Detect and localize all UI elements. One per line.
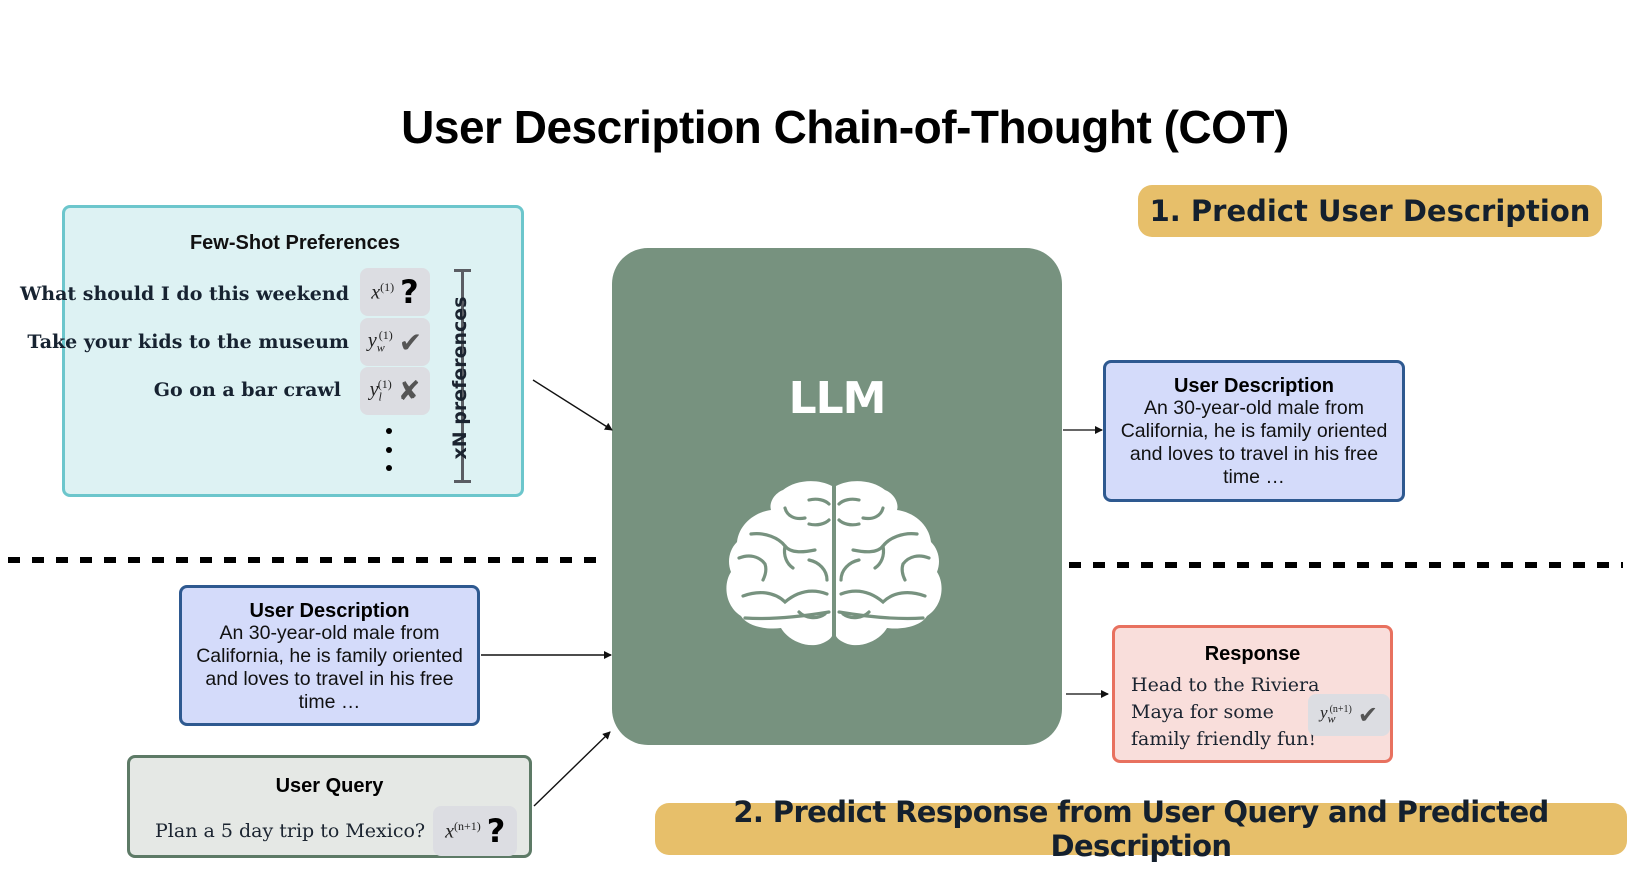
chosen-symbol-chip: yw(1) ✔ [360, 318, 430, 366]
user-query-row: Plan a 5 day trip to Mexico? x(n+1) ? [155, 806, 518, 856]
bracket-bottom-cap [454, 480, 471, 483]
diagram-title: User Description Chain-of-Thought (COT) [401, 101, 1289, 153]
arrow-query-to-llm [533, 731, 611, 807]
bracket-label: xN preferences [449, 296, 471, 460]
brain-icon [726, 481, 942, 646]
question-icon: ? [486, 812, 506, 850]
preference-rejected-text: Go on a bar crawl [153, 379, 341, 401]
response-line: Head to the Riviera [1131, 674, 1320, 696]
rejected-symbol-chip: yl(1) ✘ [360, 367, 430, 415]
step-1-badge: 1. Predict User Description [1138, 185, 1602, 237]
query-symbol: x(n+1) [445, 818, 481, 843]
rejected-symbol: yl(1) [369, 377, 392, 404]
predicted-user-description-box: User Description An 30-year-old male fro… [1103, 360, 1405, 502]
user-query-text: Plan a 5 day trip to Mexico? [155, 820, 426, 842]
response-line: family friendly fun! [1131, 728, 1317, 750]
step-2-badge: 2. Predict Response from User Query and … [655, 795, 1627, 863]
description-body: An 30-year-old male from California, he … [196, 622, 463, 713]
description-title: User Description [249, 600, 410, 622]
user-query-title: User Query [275, 775, 384, 797]
arrow-fewshot-to-llm [532, 379, 613, 431]
query-symbol: x(1) [371, 279, 395, 304]
input-user-description-box: User Description An 30-year-old male fro… [179, 585, 480, 726]
chosen-symbol: yw(1) [367, 328, 393, 355]
response-symbol-chip: yw(n+1) ✔ [1308, 694, 1390, 736]
response-symbol: yw(n+1) [1320, 703, 1352, 726]
ellipsis-dot [386, 447, 392, 453]
llm-block: LLM [612, 248, 1062, 745]
section-divider-left [8, 557, 606, 563]
check-icon: ✔ [1357, 701, 1378, 729]
llm-label: LLM [788, 373, 887, 424]
preference-query-text: What should I do this weekend [19, 283, 349, 305]
preference-chosen-text: Take your kids to the museum [27, 331, 349, 353]
section-divider-right [1069, 562, 1623, 568]
ellipsis-dot [386, 428, 392, 434]
cross-icon: ✘ [397, 375, 421, 407]
question-icon: ? [400, 273, 419, 311]
description-title: User Description [1173, 375, 1335, 397]
few-shot-title: Few-Shot Preferences [189, 232, 401, 254]
response-line: Maya for some [1131, 701, 1274, 723]
response-text: Head to the Riviera Maya for some family… [1131, 672, 1319, 753]
ellipsis-dot [386, 465, 392, 471]
response-title: Response [1204, 643, 1301, 665]
query-symbol-chip: x(n+1) ? [433, 806, 518, 856]
check-icon: ✔ [398, 325, 423, 359]
few-shot-preferences-panel: Few-Shot Preferences What should I do th… [20, 205, 524, 497]
query-symbol-chip: x(1) ? [360, 268, 430, 316]
response-box: Response Head to the Riviera Maya for so… [1112, 625, 1393, 763]
description-body: An 30-year-old male from California, he … [1120, 397, 1388, 488]
user-query-box: User Query Plan a 5 day trip to Mexico? … [127, 755, 532, 858]
